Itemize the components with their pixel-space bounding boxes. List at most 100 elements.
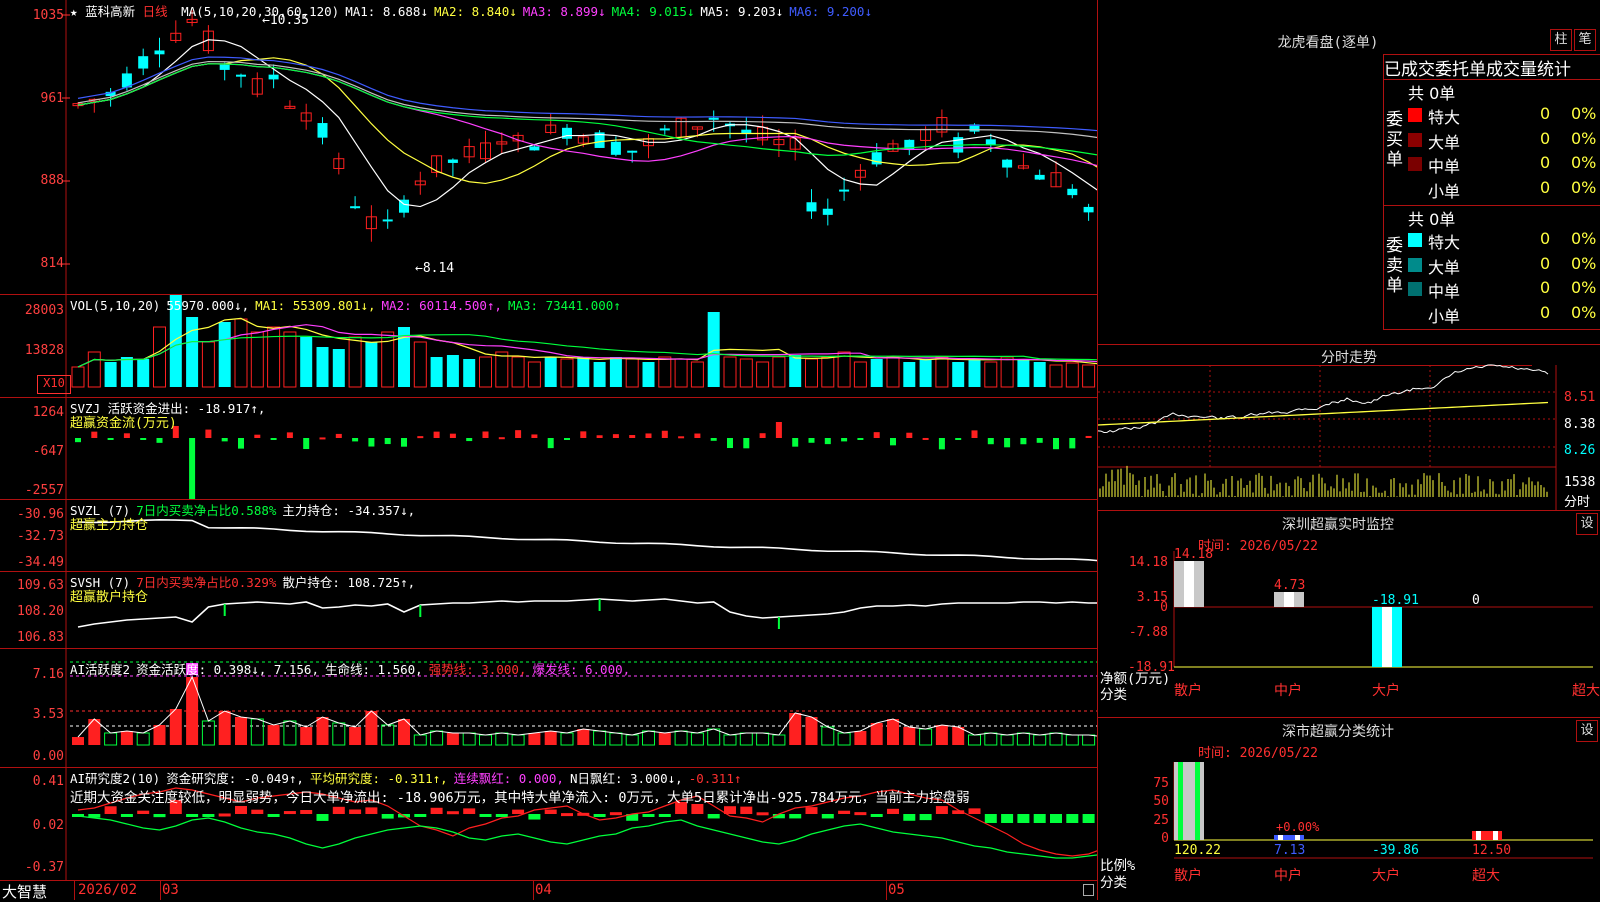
- volume-bar: [1082, 364, 1096, 388]
- research-bar: [332, 806, 345, 814]
- fund-flow-bar: [433, 431, 440, 438]
- research-bar: [1001, 814, 1014, 823]
- fund-flow-bar: [694, 433, 701, 438]
- ai2-axis-label: -0.37: [24, 860, 64, 875]
- volume-bar: [511, 356, 525, 388]
- intraday-vol-label: 1538: [1564, 475, 1596, 490]
- activity-bar: [984, 732, 998, 746]
- activity-bar: [235, 717, 247, 745]
- research-bar: [854, 812, 867, 816]
- candle-body: [529, 146, 540, 151]
- legend-swatch: [1408, 233, 1422, 247]
- kline-chart[interactable]: [0, 0, 1098, 294]
- sz-class-chart: 120.22 散户 7.13 中户 -39.86 大户 12.50 超大 +0.00%: [1173, 762, 1593, 884]
- research-bar: [838, 810, 851, 814]
- activity-bar: [218, 711, 231, 745]
- lhb-row: 中单 0 0%: [1408, 278, 1600, 301]
- period-label[interactable]: 日线: [143, 4, 168, 19]
- lhb-row-percent: 0%: [1571, 302, 1597, 322]
- ai-research-pane[interactable]: AI研究度2(10) 资金研究度: -0.049↑, 平均研究度: -0.311↑,…: [0, 768, 1098, 881]
- svzl-header-item: 主力持仓: -34.357↓,: [282, 503, 416, 518]
- fund-flow-bar: [678, 436, 685, 439]
- lhb-row-name: 特大: [1428, 233, 1461, 252]
- activity-bar: [462, 732, 476, 746]
- lhb-row-percent: 0%: [1571, 278, 1597, 297]
- research-bar: [1082, 814, 1095, 823]
- svzj-axis-label: 1264: [32, 405, 64, 420]
- tick-mode-button[interactable]: 笔: [1574, 29, 1596, 51]
- volume-bar: [837, 351, 851, 388]
- volume-pane[interactable]: VOL(5,10,20) 55970.000↓, MA1: 55309.801↓, M…: [0, 295, 1098, 398]
- candle-body: [659, 128, 670, 131]
- research-bar: [544, 809, 557, 814]
- research-bar: [446, 811, 459, 815]
- svzl-pane[interactable]: SVZL (7) 7日内买卖净占比0.588% 主力持仓: -34.357↓, 超赢…: [0, 500, 1098, 572]
- grid-line: [1098, 365, 1532, 366]
- activity-bar: [72, 737, 84, 745]
- research-bar: [365, 807, 378, 814]
- intraday-panel[interactable]: 分时走势 8.51 8.38 8.26 1538 分时: [1098, 345, 1600, 511]
- lhb-row: 小单 0 0%: [1408, 178, 1600, 201]
- volume-bar: [300, 337, 313, 387]
- vol-axis-label: 28003: [24, 303, 64, 318]
- lhb-row-count: 0: [1540, 229, 1551, 248]
- activity-bar: [1016, 732, 1030, 746]
- svzl-subtitle: 超赢主力持仓: [70, 518, 149, 533]
- kline-header-item: MA4: 9.015↓: [611, 4, 695, 19]
- lock-icon[interactable]: [1083, 884, 1094, 896]
- svzj-pane[interactable]: SVZJ 活跃资金进出: -18.917↑, 超赢资金流(万元) 1264 -6…: [0, 398, 1098, 500]
- ai2-header-item: -0.311↑: [688, 771, 742, 786]
- szc-axis-label: 0: [1161, 831, 1169, 846]
- research-bar: [463, 808, 476, 814]
- research-bar: [593, 814, 606, 817]
- ai-activity-pane[interactable]: AI活跃度2 资金活跃度: 0.398↓, 7.156, 生命线: 1.560, 强势…: [0, 649, 1098, 768]
- fund-flow-bar: [596, 435, 603, 438]
- research-bar: [349, 809, 362, 814]
- volume-bar: [772, 356, 786, 388]
- volume-bar: [984, 361, 998, 388]
- legend-swatch: [1408, 282, 1422, 296]
- candle-body: [154, 50, 165, 55]
- kline-header-item: MA5: 9.203↓: [700, 4, 784, 19]
- research-bar: [1017, 814, 1030, 823]
- sz-class-panel: 深市超赢分类统计 设 时间: 2026/05/22 120.22 散户 7.13 中户…: [1098, 718, 1600, 900]
- activity-bar: [365, 711, 378, 745]
- ai1-header-item: 资金活跃度: 0.398↓, 7.156,: [136, 662, 319, 677]
- svsh-pane[interactable]: SVSH (7) 7日内买卖净占比0.329% 散户持仓: 108.725↑, 超赢…: [0, 572, 1098, 649]
- fund-flow-bar: [1053, 438, 1059, 450]
- brand-logo: 大智慧: [2, 883, 48, 901]
- fund-flow-bar: [987, 438, 994, 445]
- candle-body: [350, 206, 361, 209]
- activity-bar: [870, 723, 883, 745]
- fund-flow-bar: [335, 433, 342, 438]
- favorite-star-icon[interactable]: ★: [70, 4, 78, 19]
- lhb-stat-tabs[interactable]: 已成交委托单成交量统计: [1383, 54, 1600, 80]
- activity-bar: [104, 732, 118, 746]
- kline-axis-label: 888: [40, 173, 64, 188]
- class-category-label: 大户: [1372, 867, 1400, 884]
- activity-bar: [381, 724, 395, 746]
- column-mode-button[interactable]: 柱: [1550, 29, 1572, 51]
- volume-bar: [674, 358, 688, 388]
- volume-bar: [316, 347, 329, 387]
- activity-bar: [446, 733, 459, 745]
- volume-bar: [430, 357, 443, 387]
- activity-bar: [658, 733, 671, 745]
- fund-flow-bar: [384, 438, 391, 445]
- research-bar: [756, 812, 769, 816]
- kline-pane[interactable]: ★ 蓝科高新 日线 MA(5,10,20,30,60,120) MA1: 8.68…: [0, 0, 1098, 295]
- lhb-row: 特大 0 0%: [1408, 229, 1600, 252]
- research-bar: [202, 814, 215, 817]
- intraday-chart[interactable]: [1098, 345, 1600, 510]
- lhb-row-percent: 0%: [1571, 229, 1597, 248]
- volume-bar: [560, 358, 574, 388]
- ma-line: [77, 60, 1098, 139]
- activity-bar: [690, 732, 704, 746]
- monitor-category-label: 大户: [1372, 682, 1400, 699]
- volume-bar: [968, 359, 981, 387]
- activity-bar: [120, 731, 133, 745]
- monitor-bar-highlight: [1284, 592, 1294, 607]
- ai2-axis-label: 0.41: [32, 774, 64, 789]
- research-bar: [512, 809, 525, 814]
- ma-line: [77, 57, 1098, 185]
